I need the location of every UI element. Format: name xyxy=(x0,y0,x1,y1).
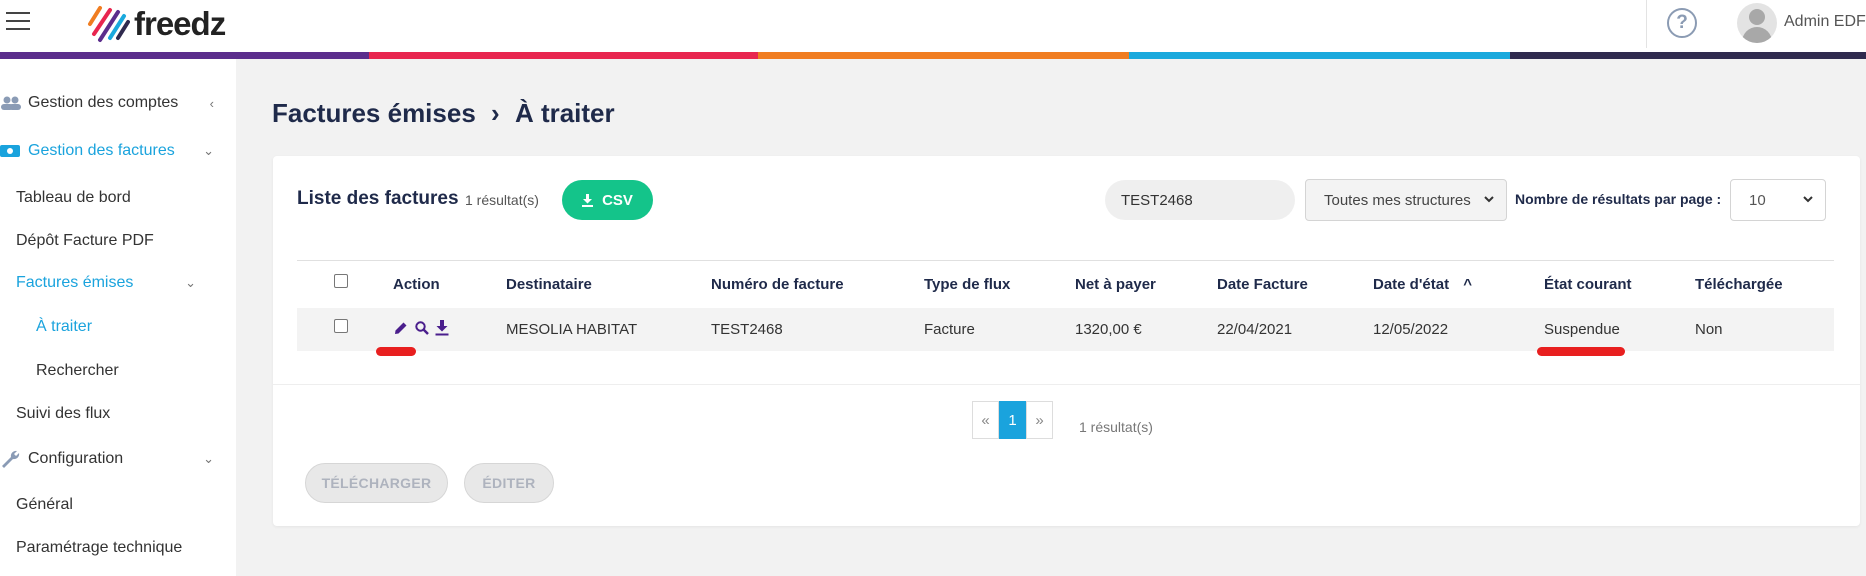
cell-telechargee: Non xyxy=(1695,321,1723,338)
table-header: Action Destinataire Numéro de facture Ty… xyxy=(297,260,1834,308)
row-actions xyxy=(393,320,454,336)
sidebar-item-general[interactable]: Général xyxy=(0,487,236,523)
table-row: MESOLIA HABITAT TEST2468 Facture 1320,00… xyxy=(297,308,1834,351)
column-header-action: Action xyxy=(393,276,440,293)
search-input[interactable] xyxy=(1105,180,1295,220)
cell-etat-courant: Suspendue xyxy=(1544,321,1620,338)
structure-select[interactable]: Toutes mes structures xyxy=(1305,179,1507,221)
logo[interactable]: freedz xyxy=(86,2,226,46)
divider xyxy=(273,384,1860,385)
sidebar-item-suivi-flux[interactable]: Suivi des flux xyxy=(0,396,236,432)
cell-date-etat: 12/05/2022 xyxy=(1373,321,1449,338)
sidebar-item-label: Rechercher xyxy=(36,362,119,379)
sidebar-item-label: Général xyxy=(16,496,73,513)
sidebar-item-label: Gestion des comptes xyxy=(28,94,179,111)
logo-mark-icon xyxy=(88,6,130,42)
highlight-mark xyxy=(376,347,416,356)
row-checkbox[interactable] xyxy=(334,319,348,333)
chevron-down-icon xyxy=(1484,196,1494,203)
sidebar-item-label: Tableau de bord xyxy=(16,189,131,206)
csv-label: CSV xyxy=(602,191,633,209)
pagination-page-button[interactable]: 1 xyxy=(999,401,1026,439)
chevron-down-icon: ⌄ xyxy=(203,143,214,158)
column-header-type-flux[interactable]: Type de flux xyxy=(924,276,1010,293)
sidebar-item-label: À traiter xyxy=(36,318,93,335)
wrench-icon xyxy=(0,450,22,468)
menu-icon[interactable] xyxy=(6,12,32,32)
sidebar-item-parametrage[interactable]: Paramétrage technique xyxy=(0,530,236,566)
column-header-date-etat[interactable]: Date d'état ^ xyxy=(1373,276,1472,293)
page-title: Factures émises › À traiter xyxy=(272,98,615,129)
top-bar: freedz ? Admin EDF xyxy=(0,0,1866,52)
chevron-down-icon xyxy=(1803,196,1813,203)
sidebar-item-rechercher[interactable]: Rechercher xyxy=(0,353,236,389)
pagination: « 1 » xyxy=(972,401,1053,439)
sidebar-item-label: Factures émises xyxy=(16,274,134,291)
sidebar-item-label: Paramétrage technique xyxy=(16,539,183,556)
invoice-list-card: Liste des factures 1 résultat(s) CSV Tou… xyxy=(273,156,1860,526)
column-header-numero[interactable]: Numéro de facture xyxy=(711,276,844,293)
column-header-date-facture[interactable]: Date Facture xyxy=(1217,276,1308,293)
download-icon[interactable] xyxy=(435,320,449,336)
cell-numero: TEST2468 xyxy=(711,321,783,338)
pagination-prev-button[interactable]: « xyxy=(972,401,999,439)
breadcrumb-current: À traiter xyxy=(514,98,615,128)
column-header-destinataire[interactable]: Destinataire xyxy=(506,276,592,293)
sidebar-item-tableau-de-bord[interactable]: Tableau de bord xyxy=(0,180,236,216)
per-page-value: 10 xyxy=(1749,191,1766,209)
sort-ascending-icon: ^ xyxy=(1463,276,1473,293)
sidebar-item-gestion-factures[interactable]: Gestion des factures ⌄ xyxy=(0,133,236,169)
invoice-icon xyxy=(0,143,22,159)
sidebar-item-label: Gestion des factures xyxy=(28,142,175,159)
help-icon[interactable]: ? xyxy=(1667,8,1697,38)
structure-select-value: Toutes mes structures xyxy=(1324,191,1471,209)
sidebar-item-depot-facture[interactable]: Dépôt Facture PDF xyxy=(0,223,236,259)
view-icon[interactable] xyxy=(414,320,430,336)
sidebar-item-a-traiter[interactable]: À traiter xyxy=(0,309,236,345)
avatar[interactable] xyxy=(1737,3,1777,43)
edit-icon[interactable] xyxy=(393,320,409,336)
column-header-net-a-payer[interactable]: Net à payer xyxy=(1075,276,1156,293)
sidebar-item-gestion-comptes[interactable]: Gestion des comptes ‹ xyxy=(0,85,236,121)
brand-name: freedz xyxy=(134,5,226,42)
sidebar-item-label: Configuration xyxy=(28,450,124,467)
divider xyxy=(1646,0,1647,48)
list-title: Liste des factures xyxy=(297,188,459,209)
download-icon xyxy=(582,193,594,207)
result-count: 1 résultat(s) xyxy=(465,192,539,208)
cell-net-a-payer: 1320,00 € xyxy=(1075,321,1142,338)
download-button[interactable]: TÉLÉCHARGER xyxy=(305,463,448,503)
chevron-down-icon: ⌄ xyxy=(203,451,214,466)
per-page-label: Nombre de résultats par page : xyxy=(1515,191,1722,207)
column-header-etat-courant[interactable]: État courant xyxy=(1544,276,1632,293)
chevron-down-icon: ⌄ xyxy=(185,275,196,290)
cell-destinataire: MESOLIA HABITAT xyxy=(506,321,638,338)
sidebar-item-factures-emises[interactable]: Factures émises ⌄ xyxy=(0,265,236,301)
breadcrumb-separator-icon: › xyxy=(491,98,500,128)
highlight-mark xyxy=(1537,347,1625,356)
select-all-checkbox[interactable] xyxy=(334,274,348,288)
sidebar-item-label: Dépôt Facture PDF xyxy=(16,232,154,249)
user-name[interactable]: Admin EDF xyxy=(1784,13,1866,31)
users-icon xyxy=(0,95,22,111)
chevron-left-icon: ‹ xyxy=(209,95,214,111)
csv-export-button[interactable]: CSV xyxy=(562,180,653,220)
per-page-select[interactable]: 10 xyxy=(1730,179,1826,221)
brand-color-bar xyxy=(0,52,1866,59)
edit-button[interactable]: ÉDITER xyxy=(464,463,554,503)
pagination-result-count: 1 résultat(s) xyxy=(1079,419,1153,435)
pagination-next-button[interactable]: » xyxy=(1026,401,1053,439)
cell-date-facture: 22/04/2021 xyxy=(1217,321,1293,338)
column-header-label: Date d'état xyxy=(1373,276,1450,293)
sidebar: Gestion des comptes ‹ Gestion des factur… xyxy=(0,59,236,576)
cell-type-flux: Facture xyxy=(924,321,975,338)
sidebar-item-configuration[interactable]: Configuration ⌄ xyxy=(0,441,236,477)
column-header-telechargee[interactable]: Téléchargée xyxy=(1695,276,1783,293)
breadcrumb-parent[interactable]: Factures émises xyxy=(272,98,476,128)
sidebar-item-label: Suivi des flux xyxy=(16,405,111,422)
